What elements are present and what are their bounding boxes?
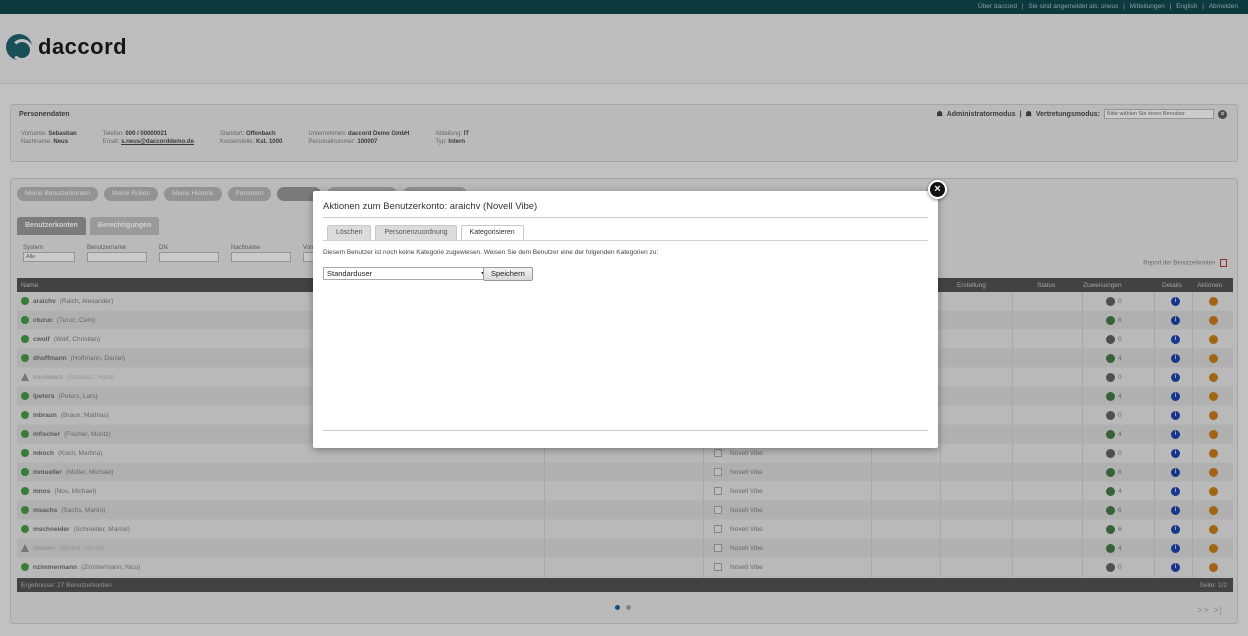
tab-categorize[interactable]: Kategorisieren <box>460 225 524 241</box>
account-actions-dialog: Aktionen zum Benutzerkonto: araichv (Nov… <box>313 191 938 448</box>
divider <box>323 217 928 218</box>
tab-person-assignment[interactable]: Personenzuordnung <box>375 225 457 240</box>
save-button[interactable]: Speichern <box>483 267 533 281</box>
category-info-text: Diesem Benutzer ist noch keine Kategorie… <box>323 249 659 256</box>
dialog-tabs: Löschen Personenzuordnung Kategorisieren <box>327 225 524 241</box>
category-select[interactable]: Standarduser <box>323 267 491 280</box>
divider <box>323 240 928 241</box>
tab-delete[interactable]: Löschen <box>327 225 372 240</box>
close-dialog-icon[interactable]: × <box>928 180 947 199</box>
divider <box>323 430 928 431</box>
dialog-title: Aktionen zum Benutzerkonto: araichv (Nov… <box>323 201 538 212</box>
category-select-value: Standarduser <box>327 269 373 278</box>
